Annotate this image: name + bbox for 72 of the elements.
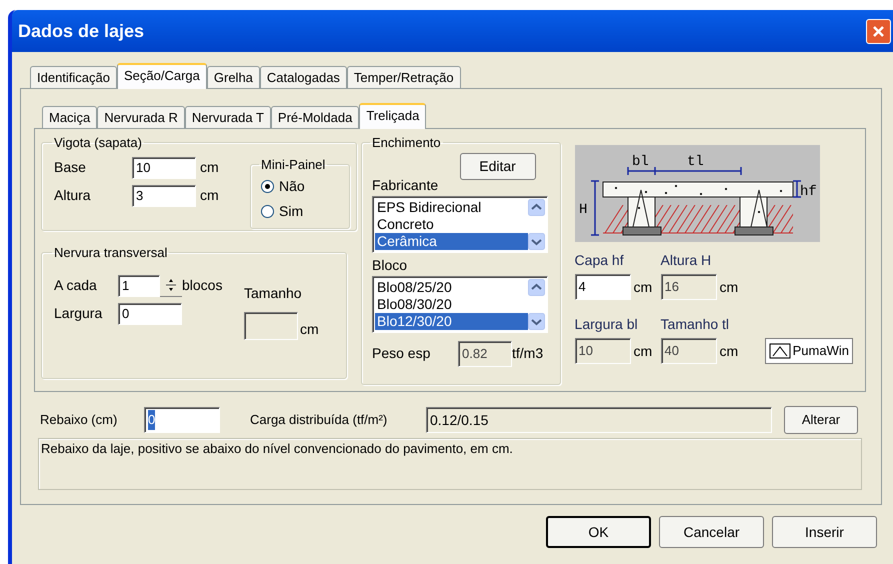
unit-label: cm bbox=[634, 278, 652, 296]
field-label: Tamanho tl bbox=[660, 315, 730, 334]
tab[interactable]: Nervurada T bbox=[184, 106, 271, 128]
text-field[interactable]: 1 bbox=[118, 274, 160, 296]
group-title: Mini-Painel bbox=[260, 156, 326, 174]
list-item[interactable]: Blo08/25/20 bbox=[375, 278, 528, 296]
peak-icon bbox=[768, 343, 791, 359]
field-label: Carga distribuída (tf/m²) bbox=[250, 411, 388, 430]
hint-box: Rebaixo da laje, positivo se abaixo do nível convencionado do pavimento, em cm. bbox=[38, 438, 862, 490]
text-field[interactable]: 4 bbox=[574, 274, 631, 300]
tab[interactable]: Pré-Moldada bbox=[270, 106, 360, 128]
list-item[interactable]: Cerâmica bbox=[375, 232, 528, 250]
tab[interactable]: Treliçada bbox=[359, 103, 426, 129]
scroll-down-icon[interactable] bbox=[528, 312, 545, 330]
radio-label: Não bbox=[279, 177, 305, 196]
window-title: Dados de lajes bbox=[18, 20, 144, 43]
load-field: 0.12/0.15 bbox=[426, 407, 772, 433]
unit-label: cm bbox=[634, 342, 652, 360]
list-label: Fabricante bbox=[372, 176, 440, 194]
group-title: Nervura transversal bbox=[53, 244, 168, 262]
slab-section-drawing: bl tl hf H bbox=[574, 145, 820, 242]
list-item[interactable]: Blo12/30/20 bbox=[375, 312, 528, 330]
text-field[interactable]: 0 bbox=[118, 302, 182, 324]
field-label: Peso esp bbox=[372, 344, 432, 363]
group-title: Enchimento bbox=[371, 134, 442, 152]
unit-label: cm bbox=[300, 320, 319, 338]
text-field[interactable]: 3 bbox=[132, 184, 196, 206]
dialog-button[interactable]: OK bbox=[546, 516, 651, 548]
pumawin-button[interactable]: PumaWin bbox=[764, 338, 853, 364]
unit-label: cm bbox=[720, 342, 738, 360]
unit-label: blocos bbox=[182, 276, 222, 295]
unit-label: tf/m3 bbox=[512, 344, 544, 363]
field-label: Largura bbox=[54, 304, 104, 323]
text-field[interactable]: 0 bbox=[144, 407, 220, 433]
tab[interactable]: Grelha bbox=[206, 66, 260, 88]
tab[interactable]: Catalogadas bbox=[260, 66, 347, 88]
unit-label: cm bbox=[720, 278, 738, 296]
list-label: Bloco bbox=[372, 256, 408, 274]
unit-label: cm bbox=[200, 158, 219, 177]
alter-button[interactable]: Alterar bbox=[784, 406, 858, 434]
list-item[interactable]: Blo08/30/20 bbox=[375, 296, 528, 312]
field-label: Largura bl bbox=[574, 315, 639, 334]
radio-label: Sim bbox=[279, 202, 304, 221]
field-label: A cada bbox=[54, 276, 98, 295]
field-label: Tamanho bbox=[244, 284, 303, 302]
edit-button[interactable]: Editar bbox=[460, 152, 536, 180]
scroll-up-icon[interactable] bbox=[528, 278, 545, 296]
tab[interactable]: Nervurada R bbox=[97, 106, 185, 128]
field-label: Base bbox=[54, 158, 87, 177]
scroll-up-icon[interactable] bbox=[528, 198, 545, 216]
list-box[interactable]: Blo08/25/20 Blo08/30/20 Blo12/30/20 bbox=[372, 276, 548, 332]
group-title: Vigota (sapata) bbox=[53, 134, 143, 152]
tab[interactable]: Temper/Retração bbox=[346, 66, 461, 88]
tab[interactable]: Identificação bbox=[30, 66, 117, 88]
scroll-down-icon[interactable] bbox=[528, 232, 545, 250]
list-item[interactable]: Concreto bbox=[375, 216, 528, 232]
radio-button[interactable] bbox=[261, 205, 274, 218]
close-button[interactable] bbox=[866, 18, 891, 44]
field-label: Capa hf bbox=[574, 251, 625, 270]
list-item[interactable]: EPS Bidirecional bbox=[375, 198, 528, 216]
radio-button[interactable] bbox=[261, 180, 274, 193]
text-field[interactable]: 10 bbox=[132, 156, 196, 178]
field-label: Altura bbox=[54, 186, 92, 205]
list-box[interactable]: EPS Bidirecional Concreto Cerâmica bbox=[372, 196, 548, 252]
field-label: Altura H bbox=[660, 251, 712, 270]
dialog-button[interactable]: Inserir bbox=[772, 516, 877, 548]
tab[interactable]: Seção/Carga bbox=[117, 63, 207, 89]
field-label: Rebaixo (cm) bbox=[39, 411, 118, 430]
tab[interactable]: Maciça bbox=[42, 106, 98, 128]
unit-label: cm bbox=[200, 186, 219, 205]
close-icon bbox=[872, 24, 885, 38]
dialog-button[interactable]: Cancelar bbox=[659, 516, 764, 548]
